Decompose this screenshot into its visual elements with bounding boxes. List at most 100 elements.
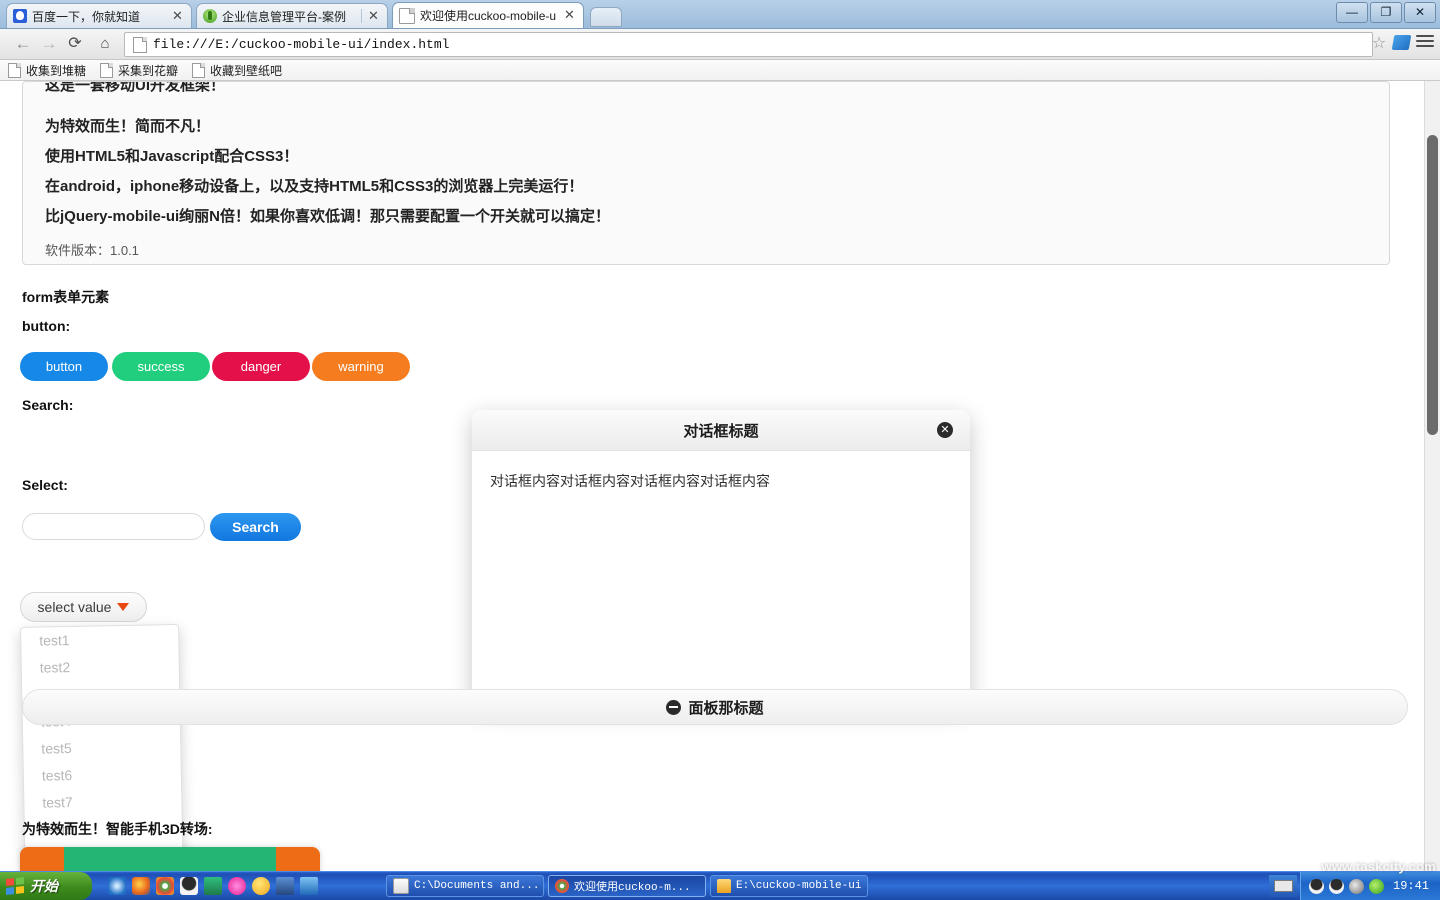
volume-icon[interactable] bbox=[1349, 878, 1364, 894]
select-option[interactable]: test5 bbox=[23, 733, 180, 763]
transition-demo-inner bbox=[64, 847, 276, 872]
qq-icon[interactable] bbox=[1309, 878, 1324, 894]
address-bar-url: file:///E:/cuckoo-mobile-ui/index.html bbox=[153, 37, 450, 52]
chrome-icon bbox=[555, 879, 569, 893]
qq-icon[interactable] bbox=[1329, 878, 1344, 894]
bookmark-label: 收藏到壁纸吧 bbox=[210, 63, 283, 78]
taskbar-task-label: 欢迎使用cuckoo-m... bbox=[574, 882, 691, 894]
close-window-icon: ✕ bbox=[1414, 5, 1426, 19]
bookmark-item[interactable]: 收集到堆糖 bbox=[8, 62, 86, 79]
forward-icon[interactable]: → bbox=[38, 33, 60, 55]
close-window-button[interactable]: ✕ bbox=[1404, 2, 1436, 23]
version-text: 软件版本：1.0.1 bbox=[45, 243, 139, 258]
start-button[interactable]: 开始 bbox=[0, 872, 92, 900]
bookmark-label: 采集到花瓣 bbox=[118, 63, 179, 78]
language-bar[interactable] bbox=[1269, 875, 1297, 897]
android-favicon bbox=[203, 9, 217, 23]
browser-tab-enterprise[interactable]: 企业信息管理平台-案例 ✕ bbox=[196, 3, 388, 28]
close-icon[interactable]: ✕ bbox=[937, 422, 953, 438]
page-icon bbox=[133, 36, 147, 53]
reload-icon[interactable]: ⟳ bbox=[64, 33, 86, 55]
minimize-button[interactable]: — bbox=[1336, 2, 1368, 23]
taskbar-task-label: C:\Documents and... bbox=[414, 880, 540, 892]
section-title-transition: 为特效而生！智能手机3D转场: bbox=[22, 821, 213, 837]
firefox-icon[interactable] bbox=[132, 877, 150, 895]
watermark: www.taskcity.com bbox=[1321, 859, 1436, 874]
section-title-form: form表单元素 bbox=[22, 289, 110, 305]
tab-title: 百度一下，你就知道 bbox=[32, 9, 141, 24]
dialog-header: 对话框标题 ✕ bbox=[472, 410, 970, 451]
bookmark-icon bbox=[8, 62, 21, 78]
button-default[interactable]: button bbox=[20, 352, 108, 381]
tab-close-icon[interactable]: ✕ bbox=[366, 8, 381, 24]
update-icon[interactable] bbox=[1369, 878, 1384, 894]
browser-tab-cuckoo[interactable]: 欢迎使用cuckoo-mobile-u ✕ bbox=[392, 2, 584, 28]
w-icon[interactable] bbox=[228, 877, 246, 895]
browser-toolbar: ← → ⟳ ⌂ file:///E:/cuckoo-mobile-ui/inde… bbox=[0, 29, 1440, 60]
taskbar-task-folder[interactable]: E:\cuckoo-mobile-ui bbox=[710, 875, 868, 897]
panel-title: 面板那标题 bbox=[688, 699, 764, 717]
bookmark-label: 收集到堆糖 bbox=[26, 63, 87, 78]
scrollbar-thumb[interactable] bbox=[1427, 135, 1438, 435]
dialog-body: 对话框内容对话框内容对话框内容对话框内容 bbox=[490, 473, 770, 489]
browser-menu-icon[interactable] bbox=[1416, 35, 1434, 51]
system-tray: 19:41 www.taskcity.com bbox=[1300, 859, 1440, 900]
label-button: button: bbox=[22, 318, 71, 334]
new-tab-button[interactable] bbox=[590, 7, 622, 27]
select-trigger[interactable]: select value bbox=[20, 592, 147, 622]
tab-close-icon[interactable]: ✕ bbox=[562, 8, 577, 23]
folder-icon bbox=[717, 879, 731, 893]
select-option[interactable]: test2 bbox=[22, 652, 179, 682]
select-option[interactable]: test1 bbox=[21, 625, 178, 655]
restore-button[interactable]: ❐ bbox=[1370, 2, 1402, 23]
qq-icon[interactable] bbox=[180, 877, 198, 895]
tab-title: 欢迎使用cuckoo-mobile-u bbox=[420, 9, 557, 23]
taskbar-task-cuckoo[interactable]: 欢迎使用cuckoo-m... bbox=[548, 875, 706, 897]
extension-icon[interactable] bbox=[1391, 35, 1412, 50]
bookmark-icon bbox=[100, 62, 114, 78]
select-value: select value bbox=[37, 599, 112, 615]
taskbar-task-documents[interactable]: C:\Documents and... bbox=[386, 875, 544, 897]
bookmark-icon bbox=[192, 62, 206, 78]
select-option[interactable]: test6 bbox=[24, 760, 181, 790]
intro-line: 比jQuery-mobile-ui绚丽N倍！如果你喜欢低调！那只需要配置一个开关… bbox=[45, 208, 611, 225]
vertical-scrollbar[interactable] bbox=[1424, 81, 1440, 872]
baidu-favicon bbox=[13, 9, 27, 23]
internet-explorer-icon[interactable] bbox=[108, 877, 126, 895]
button-danger[interactable]: danger bbox=[212, 352, 310, 381]
back-icon[interactable]: ← bbox=[12, 33, 34, 55]
intro-line: 使用HTML5和Javascript配合CSS3！ bbox=[45, 148, 299, 165]
browser-window: 百度一下，你就知道 ✕ 企业信息管理平台-案例 ✕ 欢迎使用cuckoo-mob… bbox=[0, 0, 1440, 872]
minimize-icon: — bbox=[1346, 5, 1358, 19]
select-option[interactable]: test7 bbox=[24, 787, 181, 817]
intro-line: 在android，iphone移动设备上，以及支持HTML5和CSS3的浏览器上… bbox=[45, 178, 584, 195]
list-app-icon[interactable] bbox=[276, 877, 294, 895]
button-success[interactable]: success bbox=[112, 352, 210, 381]
transition-demo-panel[interactable] bbox=[20, 847, 320, 872]
bookmark-item[interactable]: 收藏到壁纸吧 bbox=[192, 62, 282, 79]
bookmark-item[interactable]: 采集到花瓣 bbox=[100, 62, 178, 79]
browser-tab-baidu[interactable]: 百度一下，你就知道 ✕ bbox=[6, 3, 192, 28]
refresh-app-icon[interactable] bbox=[300, 877, 318, 895]
bookmark-star-icon[interactable]: ☆ bbox=[1370, 35, 1388, 53]
intro-line: 为特效而生！简而不凡！ bbox=[45, 118, 211, 135]
dialog-window: 对话框标题 ✕ 对话框内容对话框内容对话框内容对话框内容 bbox=[472, 410, 970, 707]
home-icon[interactable]: ⌂ bbox=[94, 33, 116, 55]
chrome-icon[interactable] bbox=[156, 877, 174, 895]
ws-icon[interactable] bbox=[204, 877, 222, 895]
taskbar-task-label: E:\cuckoo-mobile-ui bbox=[736, 880, 862, 892]
search-input[interactable] bbox=[22, 513, 205, 540]
document-favicon bbox=[399, 7, 415, 24]
windows-logo-icon bbox=[6, 877, 24, 895]
search-button[interactable]: Search bbox=[210, 513, 301, 541]
intro-line: 这是一套移动UI开发框架！ bbox=[45, 81, 226, 94]
dialog-title: 对话框标题 bbox=[683, 422, 759, 440]
address-bar[interactable]: file:///E:/cuckoo-mobile-ui/index.html bbox=[124, 32, 1373, 57]
label-search: Search: bbox=[22, 397, 74, 413]
restore-icon: ❐ bbox=[1380, 5, 1392, 19]
button-warning[interactable]: warning bbox=[312, 352, 410, 381]
tab-close-icon[interactable]: ✕ bbox=[170, 8, 185, 24]
yellow-app-icon[interactable] bbox=[252, 877, 270, 895]
clock[interactable]: 19:41 bbox=[1393, 879, 1429, 893]
accordion-panel-header[interactable]: 面板那标题 bbox=[22, 689, 1408, 725]
